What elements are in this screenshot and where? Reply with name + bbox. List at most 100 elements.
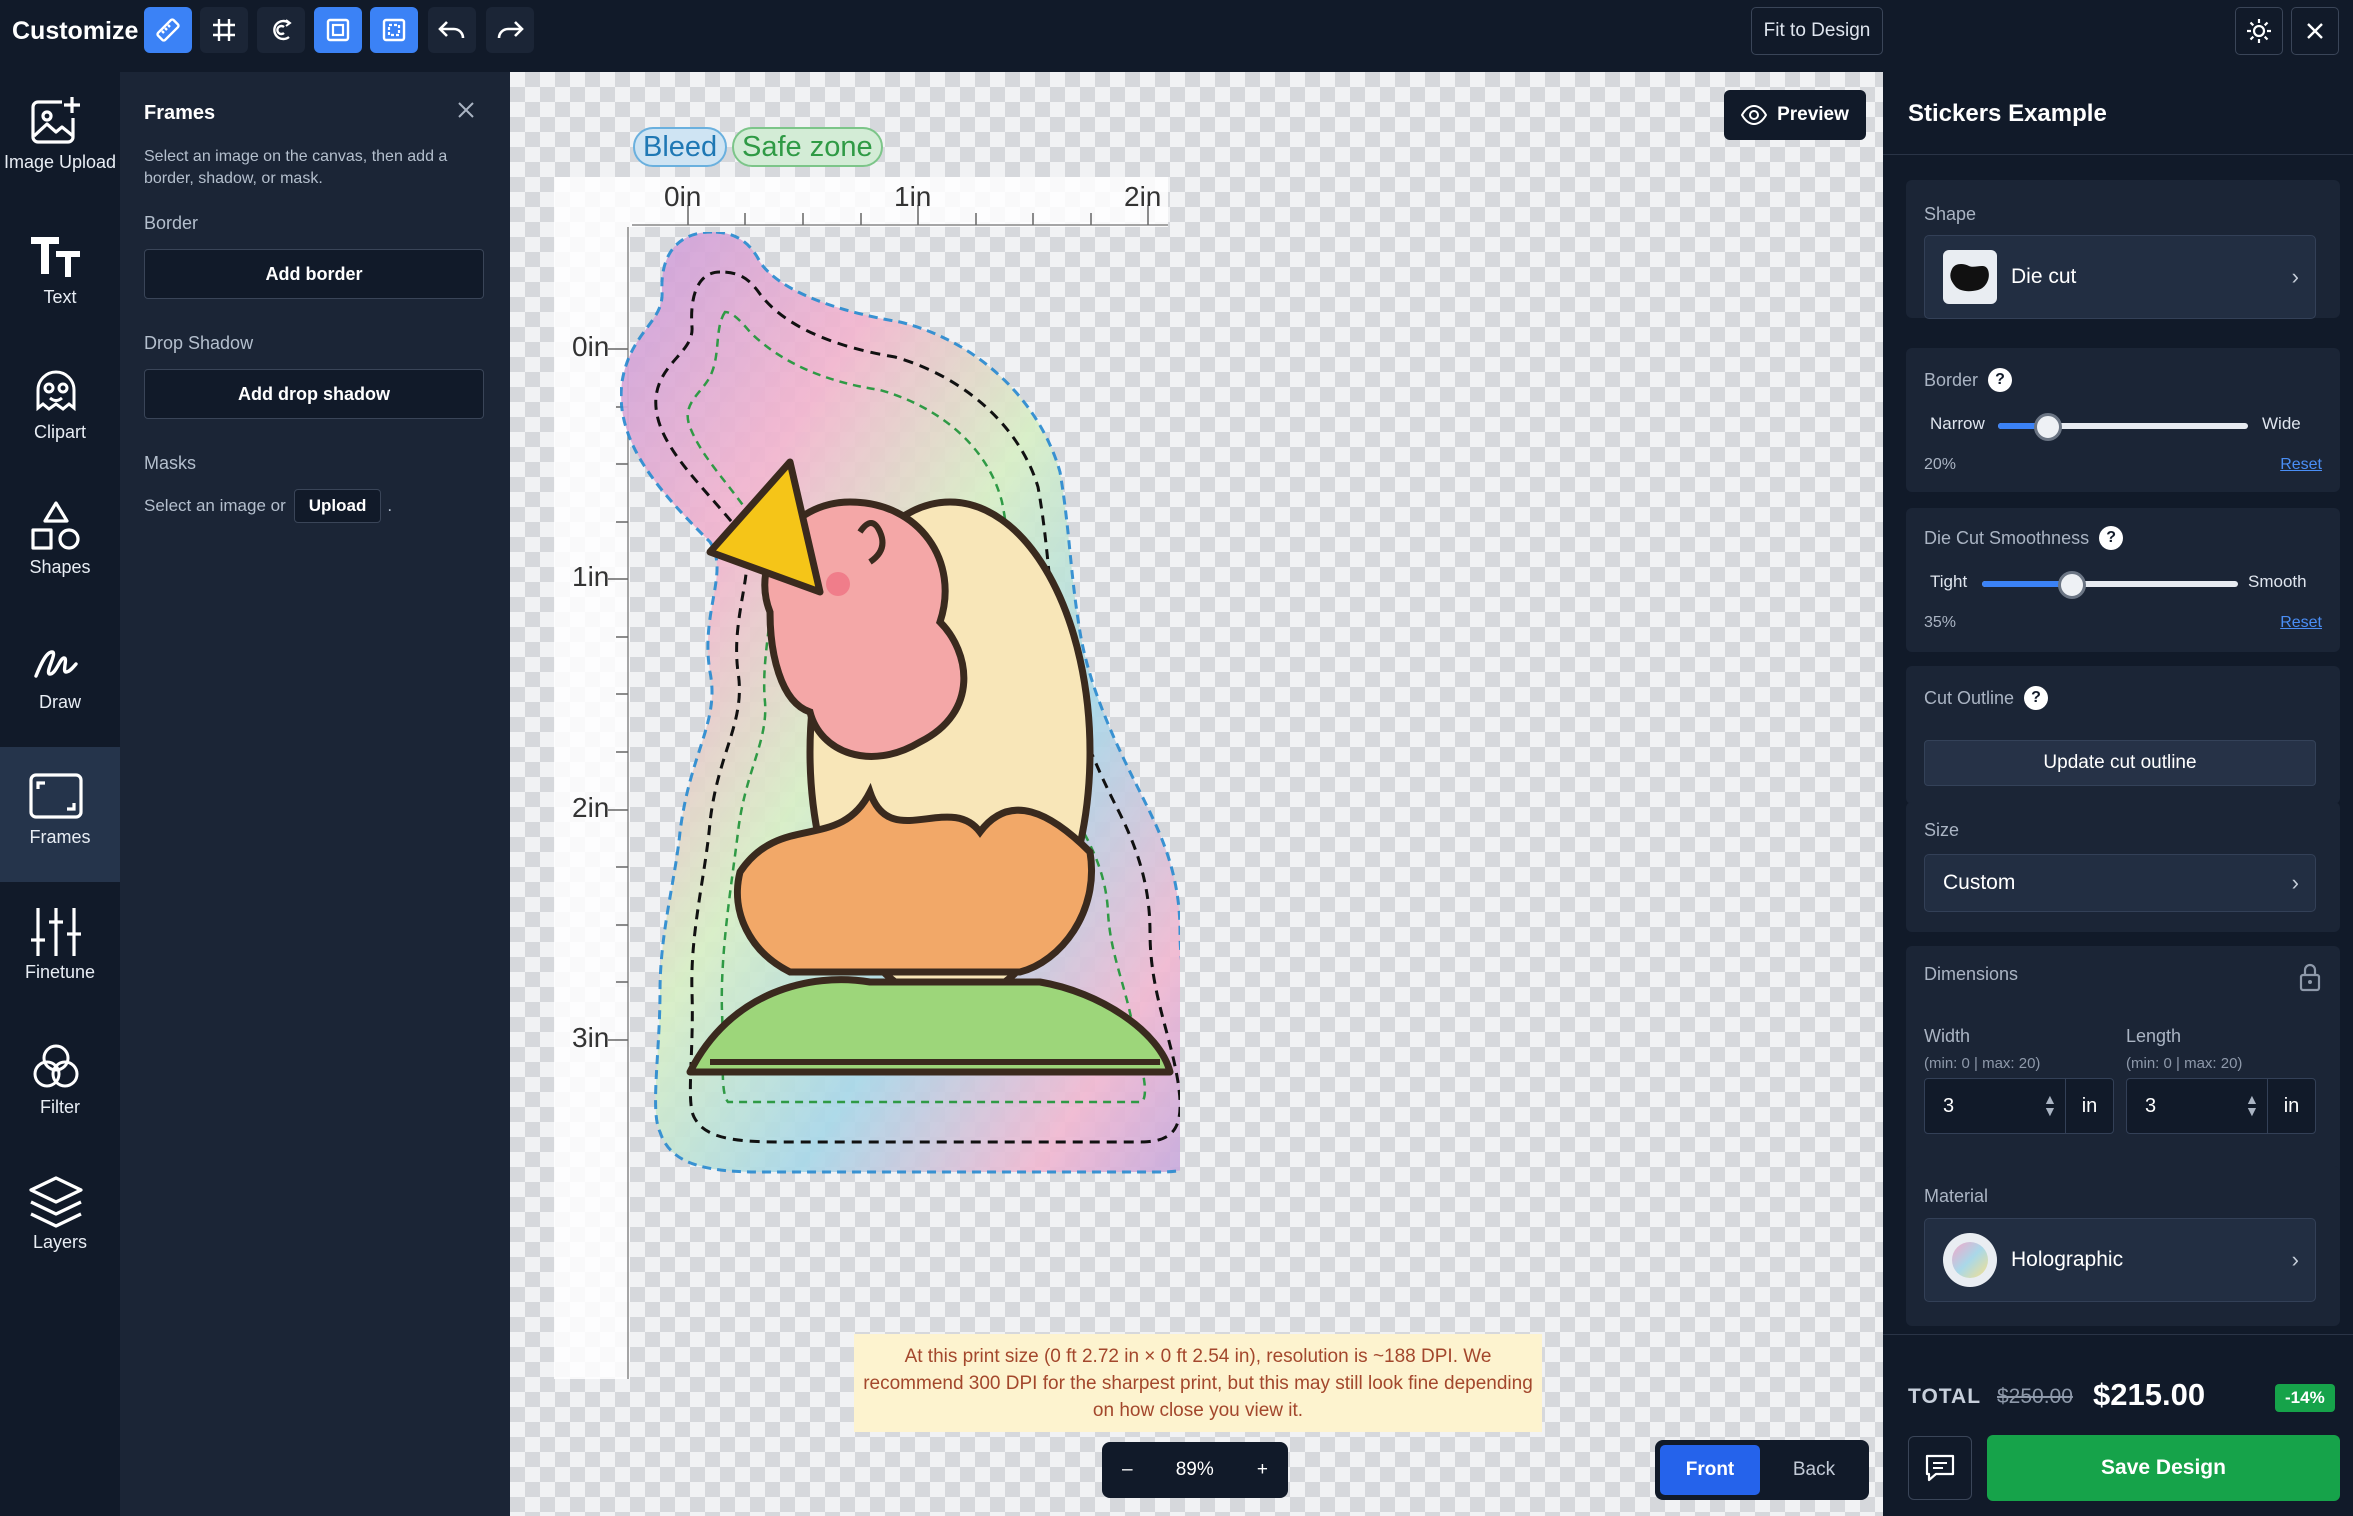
- smoothness-reset-link[interactable]: Reset: [2280, 614, 2322, 632]
- drop-shadow-section-label: Drop Shadow: [144, 333, 254, 353]
- discounted-price: $215.00: [2093, 1377, 2206, 1412]
- masks-suffix: .: [387, 496, 393, 515]
- rail-item-frames[interactable]: Frames: [0, 747, 120, 882]
- close-customizer-button[interactable]: [2291, 7, 2339, 55]
- rail-item-shapes[interactable]: Shapes: [0, 477, 120, 612]
- size-value: Custom: [1943, 871, 2016, 894]
- grid-toggle-button[interactable]: [200, 7, 248, 53]
- safe-zone-legend-chip: Safe zone: [732, 127, 883, 167]
- frames-panel-title: Frames: [144, 102, 216, 124]
- frames-panel-close-button[interactable]: [456, 100, 476, 125]
- bleed-frame-icon: [326, 18, 350, 42]
- snap-toggle-button[interactable]: [257, 7, 305, 53]
- lock-icon[interactable]: [2298, 962, 2322, 992]
- shape-selector[interactable]: Die cut ›: [1924, 235, 2316, 319]
- die-cut-thumbnail: [1943, 250, 1997, 304]
- sticker-artwork[interactable]: [620, 232, 1180, 1352]
- shapes-icon: [31, 501, 80, 550]
- smoothness-min-label: Tight: [1930, 572, 1968, 591]
- ruler-toggle-button[interactable]: [144, 7, 192, 53]
- rail-label-shapes: Shapes: [29, 557, 91, 577]
- smoothness-slider-thumb[interactable]: [2057, 571, 2086, 599]
- undo-button[interactable]: [428, 7, 476, 53]
- bleed-toggle-button[interactable]: [314, 7, 362, 53]
- smoothness-max-label: Smooth: [2248, 572, 2307, 591]
- help-icon[interactable]: ?: [2024, 686, 2049, 710]
- ruler-ticks-h: [632, 205, 1168, 226]
- border-label-text: Border: [1924, 369, 1979, 390]
- border-label: Border ?: [1924, 368, 2013, 392]
- clipart-icon: [36, 370, 76, 412]
- rail-item-clipart[interactable]: Clipart: [0, 342, 120, 477]
- safe-zone-toggle-button[interactable]: [370, 7, 418, 53]
- width-field-group: Width (min: 0 | max: 20): [1924, 1026, 2040, 1072]
- border-reset-link[interactable]: Reset: [2280, 456, 2322, 474]
- ruler-h-label-2: 2in: [1124, 181, 1162, 212]
- ruler-h-label-0: 0in: [664, 181, 702, 212]
- ruler-h-label-1: 1in: [894, 181, 932, 212]
- fit-to-design-button[interactable]: Fit to Design: [1751, 7, 1883, 55]
- width-input[interactable]: 3 ▲ ▼ in: [1924, 1078, 2114, 1134]
- front-side-button[interactable]: Front: [1660, 1445, 1760, 1495]
- ruler-v-label-0: 0in: [572, 331, 610, 362]
- rail-item-finetune[interactable]: Finetune: [0, 882, 120, 1017]
- image-upload-icon: [31, 97, 80, 144]
- material-selector[interactable]: Holographic ›: [1924, 1218, 2316, 1302]
- width-stepper[interactable]: ▲ ▼: [2043, 1092, 2057, 1118]
- masks-hint: Select an image or: [144, 496, 286, 515]
- rail-item-layers[interactable]: Layers: [0, 1152, 120, 1287]
- back-side-button[interactable]: Back: [1764, 1445, 1864, 1495]
- help-icon[interactable]: ?: [1988, 368, 2013, 392]
- safe-zone-icon: [382, 18, 406, 42]
- design-canvas[interactable]: 0in 1in 2in 0in 1in 2in 3in Bleed Safe z…: [510, 72, 1883, 1516]
- zoom-control: – 89% +: [1102, 1442, 1288, 1498]
- size-selector[interactable]: Custom ›: [1924, 854, 2316, 912]
- preview-button[interactable]: Preview: [1724, 90, 1866, 140]
- width-hint: (min: 0 | max: 20): [1924, 1055, 2041, 1072]
- discount-badge: -14%: [2275, 1384, 2335, 1412]
- rail-label-draw: Draw: [38, 692, 81, 712]
- length-stepper[interactable]: ▲ ▼: [2245, 1092, 2259, 1118]
- rail-item-image-upload[interactable]: Image Upload: [0, 72, 120, 207]
- filter-icon: [33, 1044, 79, 1088]
- update-cut-outline-button[interactable]: Update cut outline: [1924, 740, 2316, 786]
- length-hint: (min: 0 | max: 20): [2126, 1055, 2243, 1072]
- add-border-button[interactable]: Add border: [144, 249, 484, 299]
- help-icon[interactable]: ?: [2099, 526, 2124, 550]
- save-design-button[interactable]: Save Design: [1987, 1435, 2340, 1501]
- die-cut-icon: [1950, 264, 1989, 292]
- chat-icon: [1925, 1454, 1955, 1482]
- draw-icon: [34, 650, 78, 678]
- border-slider[interactable]: Narrow Wide: [1924, 410, 2320, 441]
- divider: [1883, 154, 2353, 155]
- masks-section-label: Masks: [144, 453, 197, 473]
- zoom-out-button[interactable]: –: [1122, 1459, 1133, 1481]
- border-section-label: Border: [144, 213, 199, 233]
- ruler-icon: [156, 18, 180, 42]
- chat-button[interactable]: [1908, 1436, 1972, 1500]
- rail-label-layers: Layers: [32, 1232, 88, 1252]
- frames-description: Select an image on the canvas, then add …: [144, 148, 448, 187]
- mask-upload-button[interactable]: Upload: [293, 489, 382, 523]
- zoom-in-button[interactable]: +: [1257, 1459, 1268, 1481]
- rail-item-draw[interactable]: Draw: [0, 612, 120, 747]
- eye-icon: [1741, 105, 1768, 125]
- rail-label-finetune: Finetune: [24, 962, 96, 982]
- material-value: Holographic: [2011, 1248, 2124, 1271]
- rail-item-text[interactable]: Text: [0, 207, 120, 342]
- border-slider-track[interactable]: [1998, 413, 2248, 441]
- cut-outline-label-text: Cut Outline: [1924, 687, 2015, 708]
- border-card: Border ? Narrow Wide 20% Reset: [1906, 348, 2340, 492]
- horizontal-ruler: 0in 1in 2in: [554, 177, 1168, 227]
- add-drop-shadow-button[interactable]: Add drop shadow: [144, 369, 484, 419]
- resolution-warning: At this print size (0 ft 2.72 in × 0 ft …: [854, 1334, 1542, 1432]
- rail-label-clipart: Clipart: [33, 422, 86, 442]
- length-input[interactable]: 3 ▲ ▼ in: [2126, 1078, 2316, 1134]
- theme-toggle-button[interactable]: [2235, 7, 2283, 55]
- rail-item-filter[interactable]: Filter: [0, 1017, 120, 1152]
- redo-button[interactable]: [486, 7, 534, 53]
- top-toolbar: Customize Fit to Design: [0, 0, 2353, 72]
- smoothness-slider[interactable]: Tight Smooth: [1924, 568, 2320, 599]
- border-slider-thumb[interactable]: [2034, 413, 2062, 441]
- smoothness-slider-track[interactable]: [1982, 571, 2238, 599]
